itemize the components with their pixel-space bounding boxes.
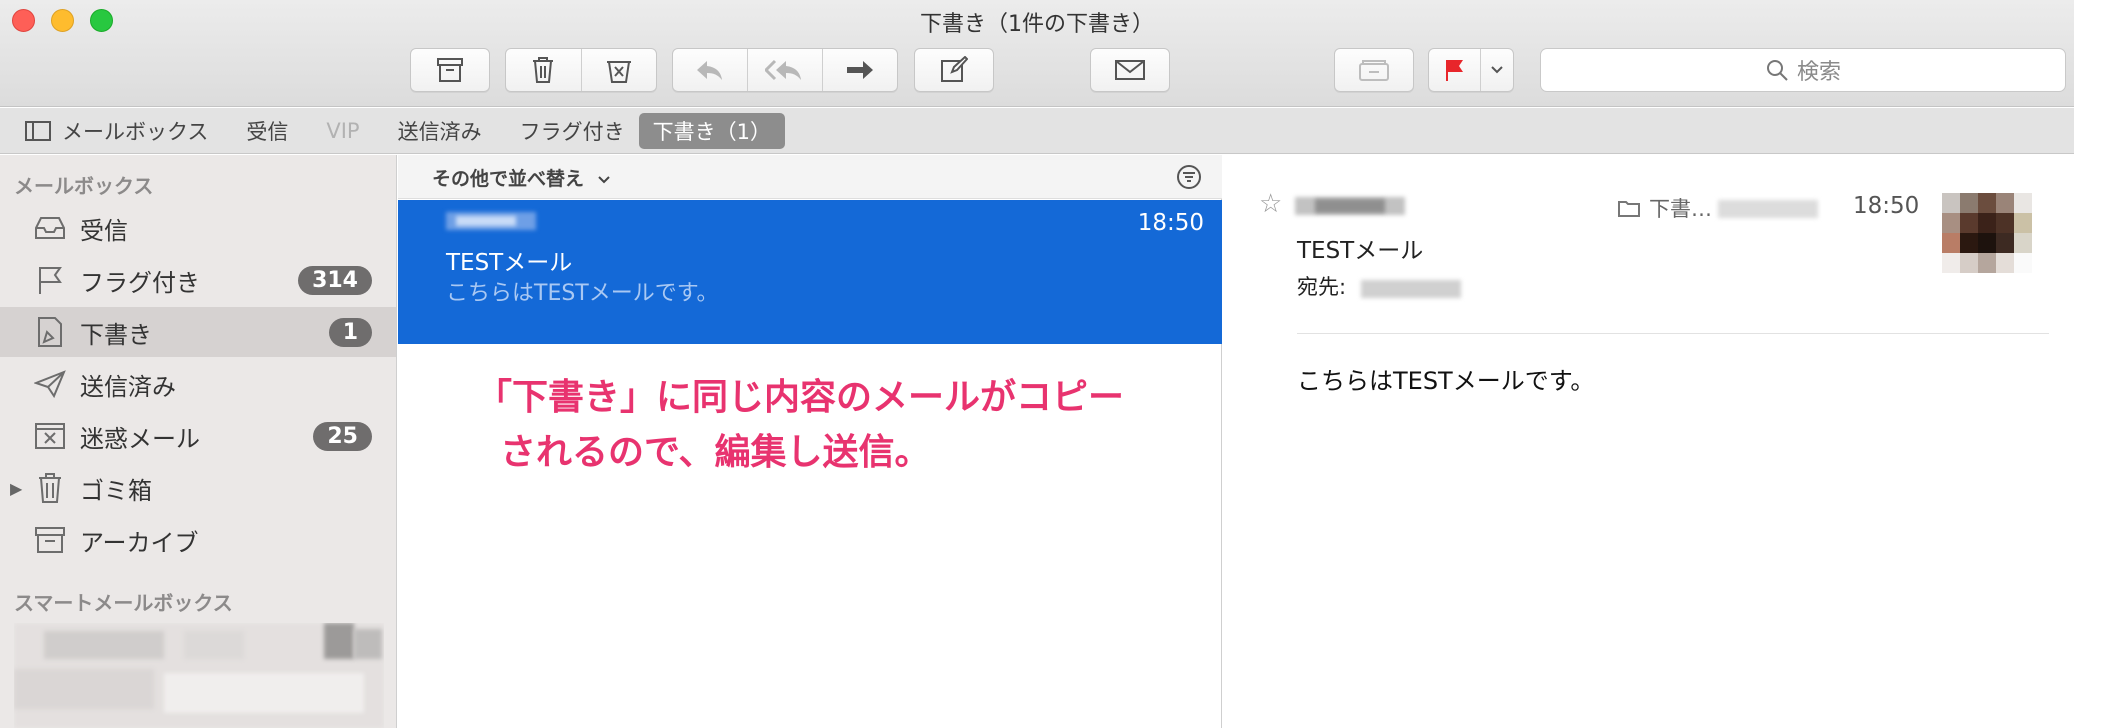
junk-icon xyxy=(606,61,631,83)
compose-icon xyxy=(941,56,968,82)
forward-button[interactable] xyxy=(823,49,897,91)
draft-icon xyxy=(32,314,68,350)
search-placeholder: 検索 xyxy=(1796,60,1841,85)
sidebar-item-label: 迷惑メール xyxy=(80,424,200,453)
annotation-line-1: 「下書き」に同じ内容のメールがコピー xyxy=(476,377,1125,418)
message-list: その他で並べ替え 18:50 TESTメール こちらはTESTメールです。 「下… xyxy=(398,155,1222,728)
junk-box-icon xyxy=(32,418,68,454)
redacted-sender-name xyxy=(1295,195,1405,217)
sidebar-item-label: 送信済み xyxy=(80,372,176,401)
get-mail-icon xyxy=(1115,60,1145,80)
favorites-bar: メールボックス 受信 VIP 送信済み フラグ付き 下書き（1） xyxy=(0,108,2074,154)
redacted-recipient xyxy=(1360,278,1461,298)
flag-group xyxy=(1428,48,1514,92)
junk-button[interactable] xyxy=(582,49,657,91)
compose-button[interactable] xyxy=(914,48,994,92)
mailboxes-header: メールボックス xyxy=(14,174,154,198)
flag-outline-icon xyxy=(32,262,68,298)
inbox-icon xyxy=(32,210,68,246)
trash-can-icon xyxy=(32,470,68,506)
paper-plane-icon xyxy=(32,366,68,402)
message-body: こちらはTESTメールです。 xyxy=(1297,367,1595,395)
favorite-drafts[interactable]: 下書き（1） xyxy=(638,112,785,149)
window-title: 下書き（1件の下書き） xyxy=(920,12,1154,37)
redacted-smart-mailbox xyxy=(14,623,384,728)
sidebar: メールボックス 受信 フラグ付き 314 下書き 1 送信済み 迷惑メール 25 xyxy=(0,155,397,728)
disclosure-triangle-icon[interactable]: ▶ xyxy=(10,479,22,498)
flag-icon xyxy=(1445,60,1463,81)
redacted-sender xyxy=(446,208,536,232)
sidebar-item-label: 下書き xyxy=(80,320,152,349)
message-subject: TESTメール xyxy=(1297,238,1424,264)
sidebar-item-label: アーカイブ xyxy=(80,528,199,557)
unread-count-badge: 25 xyxy=(313,421,372,451)
to-label: 宛先: xyxy=(1297,275,1347,299)
move-icon xyxy=(1359,60,1389,81)
sidebar-item-label: 受信 xyxy=(80,216,128,245)
message-preview: こちらはTESTメールです。 xyxy=(446,281,719,306)
favorite-flagged[interactable]: フラグ付き xyxy=(520,116,625,146)
filter-icon[interactable] xyxy=(1176,164,1202,190)
chevron-down-icon xyxy=(1491,66,1503,74)
flag-menu-button[interactable] xyxy=(1481,49,1513,91)
move-button[interactable] xyxy=(1334,48,1414,92)
reply-group xyxy=(672,48,898,92)
reply-button[interactable] xyxy=(673,49,748,91)
search-icon xyxy=(1766,60,1788,81)
sidebar-item-flagged[interactable]: フラグ付き 314 xyxy=(0,255,396,305)
favorites-mailbox-button[interactable]: メールボックス xyxy=(24,116,208,146)
sidebar-item-trash[interactable]: ▶ ゴミ箱 xyxy=(0,463,396,513)
reply-all-button[interactable] xyxy=(748,49,823,91)
favorites-mailbox-label: メールボックス xyxy=(62,119,209,144)
sidebar-item-inbox[interactable]: 受信 xyxy=(0,203,396,253)
favorite-inbox[interactable]: 受信 xyxy=(246,116,288,146)
reply-icon xyxy=(697,61,722,80)
sidebar-item-archive[interactable]: アーカイブ xyxy=(0,515,396,565)
smart-mailboxes-header: スマートメールボックス xyxy=(14,591,233,615)
folder-name: 下書… xyxy=(1649,197,1712,221)
recipient-row: 宛先: xyxy=(1297,271,1461,301)
message-time: 18:50 xyxy=(1853,193,1920,219)
archive-box-icon xyxy=(32,522,68,558)
favorite-vip[interactable]: VIP xyxy=(326,119,359,143)
get-mail-button[interactable] xyxy=(1090,48,1170,92)
message-row[interactable]: 18:50 TESTメール こちらはTESTメールです。 xyxy=(398,200,1222,344)
header-divider xyxy=(1297,333,2049,334)
sort-menu[interactable]: その他で並べ替え xyxy=(432,164,611,191)
flag-button[interactable] xyxy=(1429,49,1482,91)
delete-junk-group xyxy=(505,48,657,92)
sort-bar: その他で並べ替え xyxy=(398,155,1222,199)
favorite-sent[interactable]: 送信済み xyxy=(398,116,482,146)
sort-label: その他で並べ替え xyxy=(432,168,585,190)
sidebar-item-sent[interactable]: 送信済み xyxy=(0,359,396,409)
mailbox-location[interactable]: 下書… xyxy=(1617,193,1818,223)
sidebar-item-label: フラグ付き xyxy=(80,268,200,297)
archive-button[interactable] xyxy=(410,48,490,92)
search-field[interactable]: 検索 xyxy=(1540,48,2066,92)
message-time: 18:50 xyxy=(1137,210,1204,236)
trash-icon xyxy=(533,57,554,83)
redacted-folder-text xyxy=(1718,198,1818,218)
sidebar-item-label: ゴミ箱 xyxy=(80,476,152,505)
reading-pane: ☆ 下書… 18:50 TESTメール 宛先: こちらはTESTメールです。 xyxy=(1223,155,2074,728)
window-background-strip xyxy=(2074,0,2114,728)
toolbar: 下書き（1件の下書き） 検索 xyxy=(0,0,2074,107)
message-subject: TESTメール xyxy=(446,250,573,276)
delete-button[interactable] xyxy=(506,49,582,91)
unread-count-badge: 1 xyxy=(328,317,372,347)
sidebar-toggle-icon xyxy=(25,120,51,141)
forward-icon xyxy=(847,61,873,79)
star-icon[interactable]: ☆ xyxy=(1259,189,1282,219)
annotation-line-2: されるので、編集し送信。 xyxy=(500,432,931,473)
chevron-down-icon xyxy=(597,176,610,184)
sidebar-item-junk[interactable]: 迷惑メール 25 xyxy=(0,411,396,461)
unread-count-badge: 314 xyxy=(298,265,372,295)
archive-icon xyxy=(437,58,463,82)
reply-all-icon xyxy=(765,59,801,81)
sidebar-item-drafts[interactable]: 下書き 1 xyxy=(0,307,396,357)
folder-icon xyxy=(1618,201,1640,217)
avatar xyxy=(1942,193,2032,273)
